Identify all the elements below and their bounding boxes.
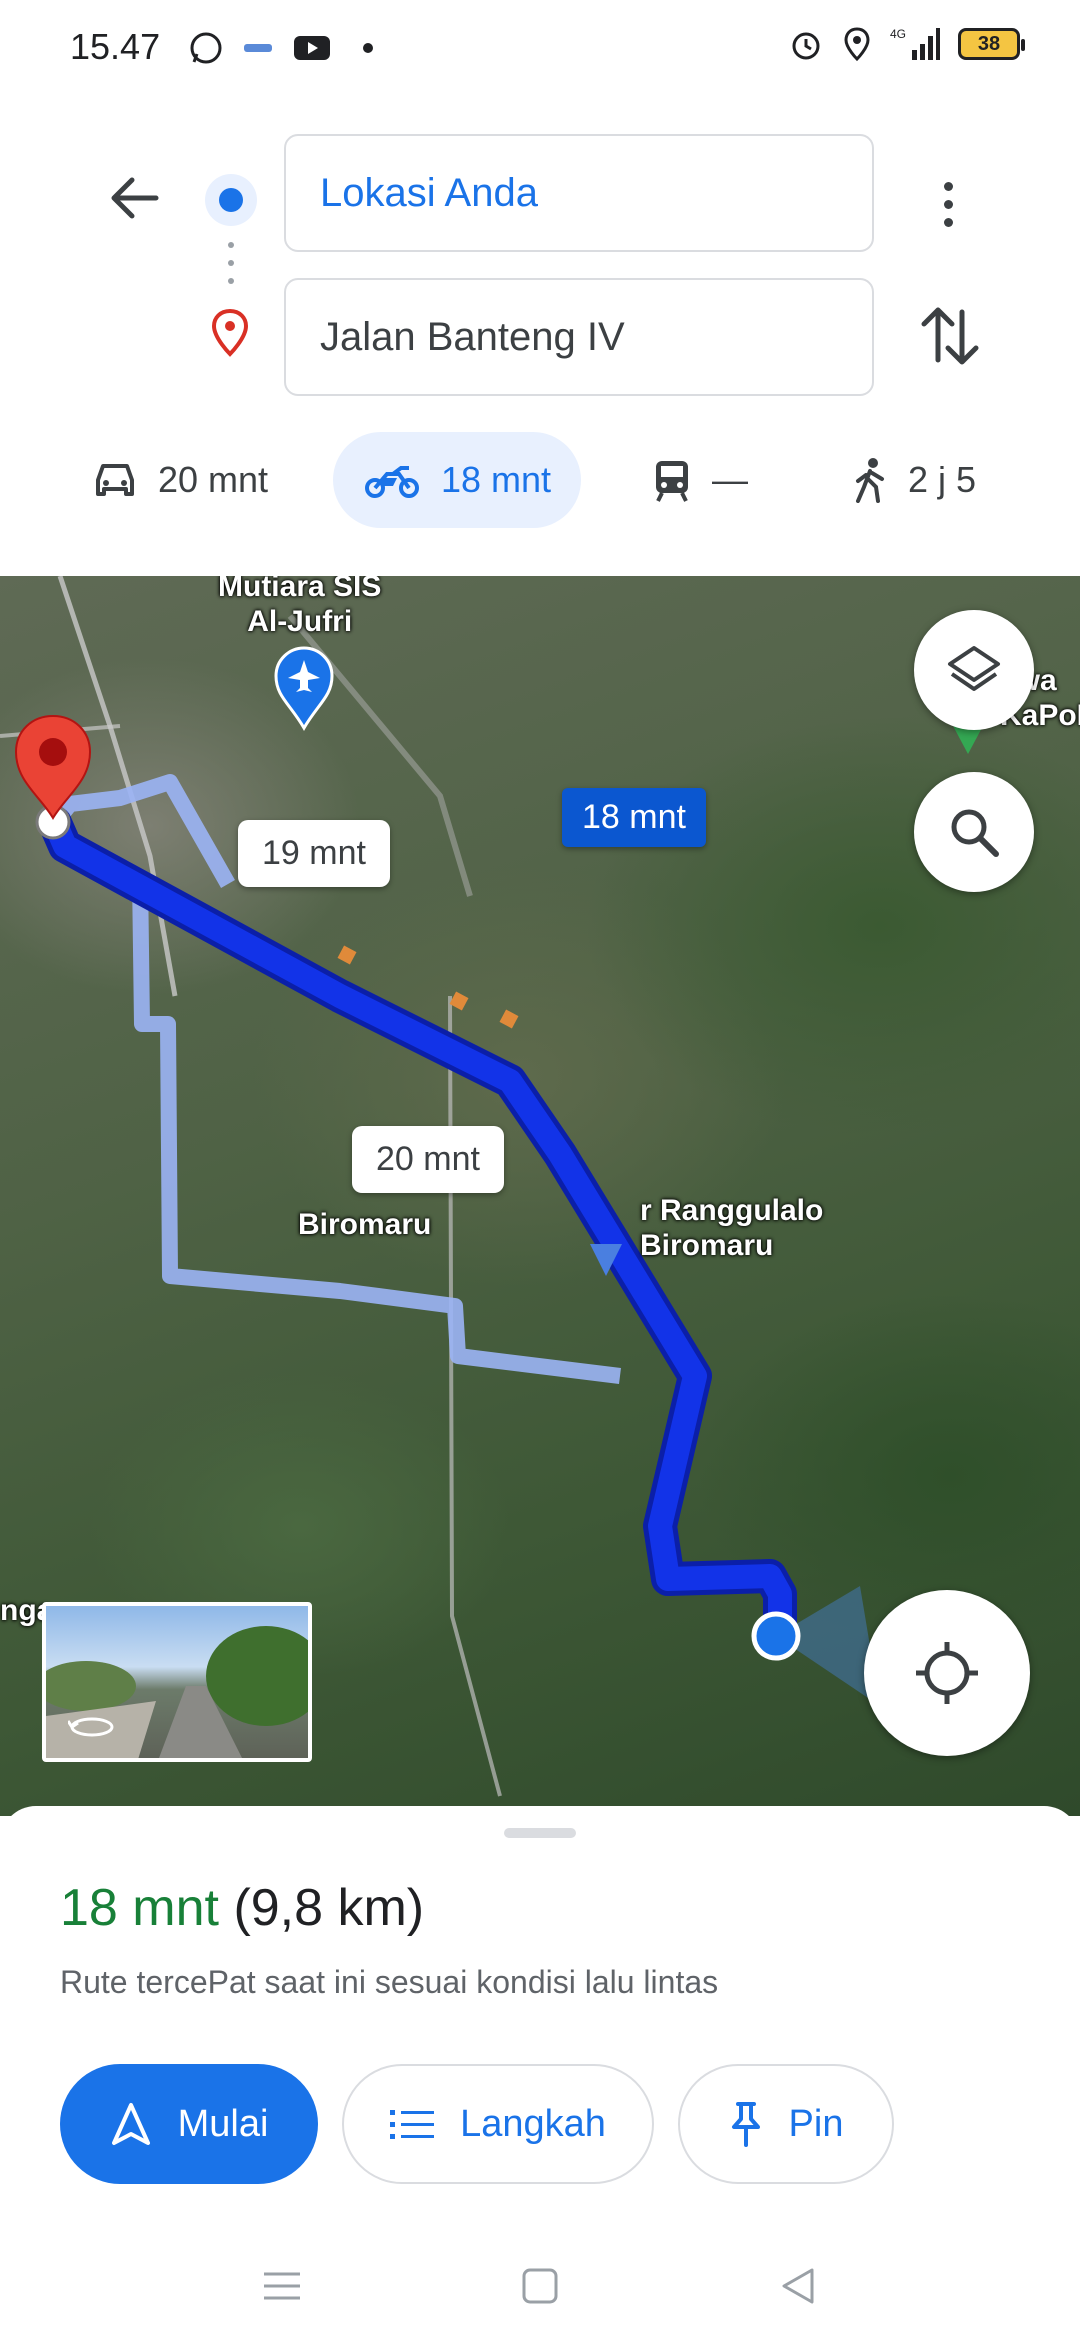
- directions-header: Lokasi Anda Jalan Banteng IV 20 mnt 18 m…: [0, 96, 1080, 576]
- layers-icon: [948, 646, 1000, 691]
- sheet-drag-handle[interactable]: [504, 1828, 576, 1838]
- street-view-thumbnail[interactable]: [42, 1602, 312, 1762]
- start-button-label: Mulai: [177, 2102, 269, 2145]
- tab-transit-label: —: [712, 459, 748, 500]
- map-label-biromaru: Biromaru: [298, 1208, 432, 1241]
- road-line: [448, 995, 502, 1797]
- transit-icon: [656, 461, 688, 502]
- swap-icon[interactable]: [918, 300, 982, 372]
- route-bubble-selected[interactable]: 18 mnt: [562, 788, 706, 847]
- alarm-icon: [792, 32, 820, 60]
- map-label-ranggulalo-text: r Ranggulalo Biromaru: [640, 1194, 824, 1262]
- route-bubble-20[interactable]: 20 mnt: [352, 1126, 504, 1193]
- system-nav-bar: [0, 2256, 1080, 2340]
- status-time: 15.47: [70, 26, 161, 67]
- tab-motorcycle-label: 18 mnt: [441, 459, 552, 500]
- list-icon: [390, 2110, 435, 2139]
- tab-motorcycle[interactable]: 18 mnt: [333, 432, 582, 528]
- tab-car-label: 20 mnt: [158, 459, 269, 500]
- app-notification-icon: [244, 44, 272, 52]
- route-note: Rute tercePat saat ini sesuai kondisi la…: [60, 1964, 719, 2000]
- crosshair-icon: [916, 1642, 978, 1704]
- map-view[interactable]: Mutiara SIS Al-Jufri Biromaru r Ranggula…: [0, 576, 1080, 1816]
- menu-icon[interactable]: [262, 2266, 302, 2306]
- traffic-segment: [337, 945, 357, 965]
- destination-field[interactable]: Jalan Banteng IV: [284, 278, 874, 396]
- route-summary: 18 mnt (9,8 km): [60, 1878, 424, 1938]
- whatsapp-icon: [190, 32, 222, 64]
- current-location-dot: [751, 1611, 801, 1661]
- search-icon: [951, 809, 999, 857]
- motorcycle-icon: [365, 466, 419, 498]
- start-button[interactable]: Mulai: [60, 2064, 318, 2184]
- travel-mode-tabs: 20 mnt 18 mnt — 2 j 5: [0, 432, 1080, 528]
- origin-marker-icon: [205, 174, 257, 226]
- more-options-button[interactable]: [930, 166, 966, 242]
- status-bar: 15.47 4G 38: [0, 0, 1080, 96]
- steps-button[interactable]: Langkah: [342, 2064, 654, 2184]
- navigation-arrow-icon: [111, 2103, 150, 2145]
- traffic-segment: [499, 1009, 519, 1029]
- steps-button-label: Langkah: [460, 2102, 606, 2145]
- my-location-button[interactable]: [864, 1590, 1030, 1756]
- tab-walk[interactable]: 2 j 5: [852, 432, 976, 528]
- layers-button[interactable]: [914, 610, 1034, 730]
- destination-pin-center: [39, 738, 67, 766]
- route-summary-sheet: 18 mnt (9,8 km) Rute tercePat saat ini s…: [0, 1806, 1080, 2340]
- map-label-airport: Mutiara SIS Al-Jufri: [218, 576, 381, 639]
- tab-transit[interactable]: —: [652, 432, 748, 528]
- status-right-group: 4G 38: [788, 26, 1025, 62]
- signal-icon: 4G: [890, 27, 940, 60]
- map-label-airport-text: Mutiara SIS Al-Jufri: [218, 576, 382, 638]
- rotate-360-icon: [68, 1717, 114, 1737]
- walk-icon: [856, 458, 884, 503]
- back-nav-icon[interactable]: [778, 2266, 818, 2306]
- notification-dot-icon: [363, 43, 373, 53]
- pin-button[interactable]: Pin: [678, 2064, 894, 2184]
- route-duration: 18 mnt: [60, 1879, 219, 1937]
- back-button[interactable]: [96, 160, 172, 236]
- route-distance: (9,8 km): [233, 1879, 425, 1937]
- route-connector-dots: [228, 242, 234, 296]
- arrow-back-icon: [111, 177, 159, 219]
- traffic-segment: [449, 991, 469, 1011]
- search-map-button[interactable]: [914, 772, 1034, 892]
- origin-field[interactable]: Lokasi Anda: [284, 134, 874, 252]
- youtube-icon: [294, 36, 330, 60]
- pin-button-label: Pin: [788, 2102, 844, 2145]
- battery-indicator: 38: [958, 28, 1025, 60]
- home-icon[interactable]: [520, 2266, 560, 2306]
- route-bubble-19[interactable]: 19 mnt: [238, 820, 390, 887]
- tab-walk-label: 2 j 5: [908, 459, 977, 500]
- map-label-ranggulalo: r Ranggulalo Biromaru: [640, 1194, 823, 1263]
- svg-text:4G: 4G: [890, 27, 906, 41]
- car-icon: [96, 464, 134, 496]
- location-icon: [844, 27, 870, 62]
- tab-car[interactable]: 20 mnt: [92, 432, 268, 528]
- pin-icon: [731, 2102, 760, 2147]
- destination-pin-icon: [211, 308, 249, 357]
- route-bubble-selected-text: 18 mnt: [582, 798, 686, 836]
